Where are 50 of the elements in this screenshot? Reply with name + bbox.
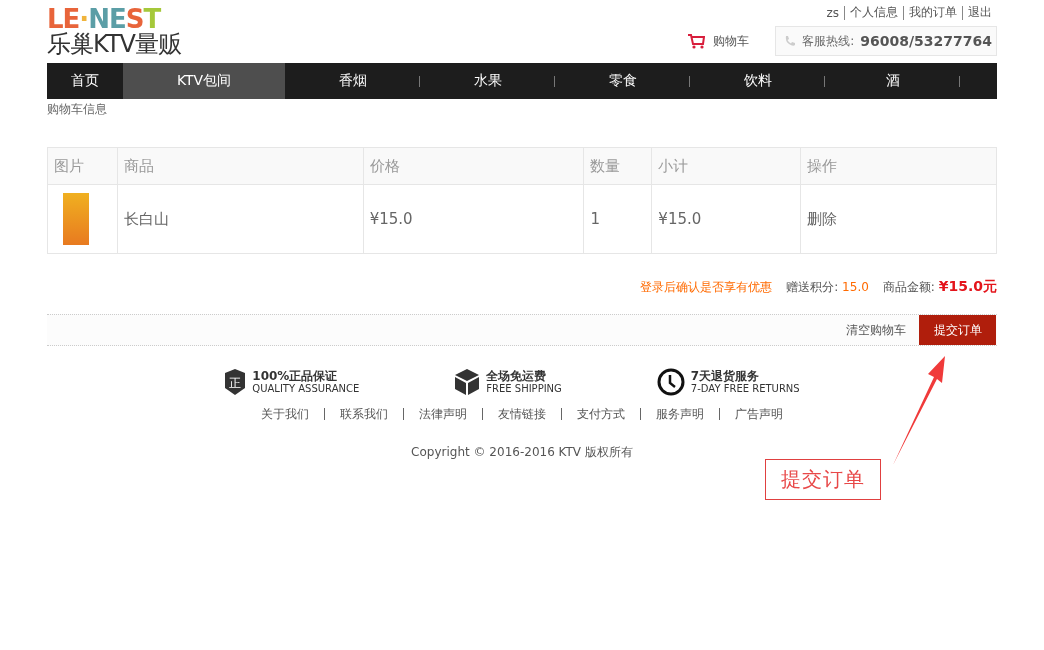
copyright: Copyright © 2016-2016 KTV 版权所有: [411, 445, 633, 459]
user-link[interactable]: 退出: [962, 6, 997, 20]
amount-value: ¥15.0元: [938, 278, 997, 294]
logo-text[interactable]: 乐巢KTV量贩: [47, 30, 181, 58]
breadcrumb: 购物车信息: [47, 102, 107, 116]
table-cell: 长白山: [117, 184, 364, 254]
cart-link[interactable]: 购物车: [688, 32, 750, 50]
footer-link[interactable]: 友情链接: [482, 408, 561, 420]
user-link[interactable]: zs: [821, 6, 844, 20]
footer-link[interactable]: 广告声明: [719, 408, 798, 420]
amount-label: 商品金额:: [882, 280, 935, 294]
footer-link[interactable]: 支付方式: [561, 408, 640, 420]
table-cell: ¥15.0: [651, 184, 801, 254]
nav-tab[interactable]: 水果: [420, 63, 555, 99]
hotline-number: 96008/53277764: [860, 33, 992, 49]
nav-tab[interactable]: 饮料: [690, 63, 825, 99]
column-header: 图片: [47, 147, 118, 185]
guarantee-subtitle: FREE SHIPPING: [486, 383, 562, 395]
discount-notice: 登录后确认是否享有优惠: [640, 279, 773, 296]
nav-tab[interactable]: 香烟: [285, 63, 420, 99]
guarantee-title: 100%正品保证: [252, 369, 339, 383]
guarantee-subtitle: QUALITY ASSURANCE: [252, 383, 360, 395]
footer-link[interactable]: 服务声明: [640, 408, 719, 420]
column-header: 数量: [583, 147, 652, 185]
points-value: 15.0: [842, 280, 869, 294]
footer-link[interactable]: 联系我们: [324, 408, 403, 420]
guarantee-subtitle: 7-DAY FREE RETURNS: [690, 383, 800, 395]
table-cell: 1: [583, 184, 652, 254]
submit-order-button[interactable]: 提交订单: [919, 315, 996, 345]
column-header: 操作: [800, 147, 997, 185]
nav-tab[interactable]: 零食: [555, 63, 690, 99]
footer-link[interactable]: 法律声明: [403, 408, 482, 420]
nav-tab[interactable]: 酒: [825, 63, 960, 99]
delete-link[interactable]: 删除: [807, 209, 838, 228]
column-header: 商品: [117, 147, 364, 185]
guarantee-title: 全场免运费: [486, 369, 548, 383]
guarantee-title: 7天退货服务: [690, 369, 761, 383]
user-link[interactable]: 个人信息: [844, 6, 903, 20]
column-header: 小计: [651, 147, 801, 185]
clear-cart-link[interactable]: 清空购物车: [846, 321, 906, 339]
column-header: 价格: [363, 147, 584, 185]
hotline-label: 客服热线:: [802, 32, 855, 50]
table-cell: ¥15.0: [363, 184, 584, 254]
annotation-callout: 提交订单: [765, 459, 881, 500]
shield-icon: 正: [224, 368, 247, 396]
user-link[interactable]: 我的订单: [903, 6, 962, 20]
nav-tab[interactable]: 首页: [47, 63, 123, 99]
points-label: 赠送积分:: [786, 280, 839, 294]
footer-link[interactable]: 关于我们: [246, 408, 324, 420]
nav-tab[interactable]: KTV包间: [123, 63, 285, 99]
